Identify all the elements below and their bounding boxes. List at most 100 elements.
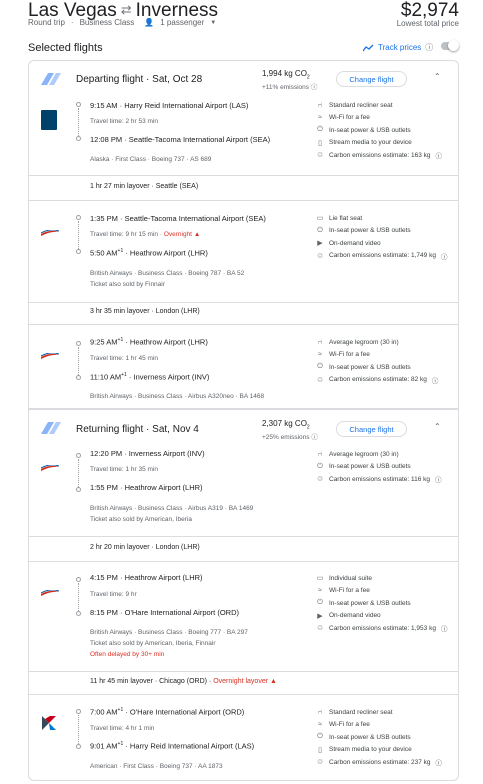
legroom-icon: ⑁ xyxy=(317,450,323,458)
arrival-airport: Inverness Airport (INV) xyxy=(133,372,210,382)
amenity-text: In-seat power & USB outlets xyxy=(329,126,411,134)
timeline-dot xyxy=(76,453,81,458)
travel-time: Travel time: 1 hr 45 min xyxy=(90,355,159,362)
track-prices-toggle[interactable] xyxy=(441,40,459,51)
info-icon[interactable]: ⓘ xyxy=(436,757,443,767)
amenity-text: In-seat power & USB outlets xyxy=(329,363,411,371)
power-icon: ⏻ xyxy=(317,226,323,234)
warning-icon: ▲ xyxy=(270,678,277,685)
amenity-text: In-seat power & USB outlets xyxy=(329,227,411,235)
amenity: ♲ Carbon emissions estimate: 116 kg ⓘ xyxy=(316,473,442,486)
departure-row: 12:20 PM · Inverness Airport (INV) xyxy=(90,449,205,458)
info-icon[interactable]: ⓘ xyxy=(432,375,439,385)
divider xyxy=(28,324,459,325)
co2-icon: ♲ xyxy=(316,376,324,384)
arrival-time: 12:08 PM xyxy=(90,135,123,144)
amenity-text: On-demand video xyxy=(329,239,381,247)
arrival-row: 5:50 AM+1 · Heathrow Airport (LHR) xyxy=(90,248,208,258)
collapse-chevron-icon[interactable]: ⌃ xyxy=(434,422,441,431)
arrival-time: 1:55 PM xyxy=(90,483,118,492)
amenity-text: Stream media to your device xyxy=(329,746,412,754)
travel-time: Travel time: 4 hr 1 min xyxy=(90,725,155,732)
track-prices[interactable]: Track prices ⓘ xyxy=(363,42,433,53)
divider xyxy=(28,671,459,672)
departing-label: Departing flight xyxy=(76,74,144,85)
price-note: Lowest total price xyxy=(396,19,459,28)
timeline-line xyxy=(78,583,79,611)
info-icon[interactable]: ⓘ xyxy=(441,623,448,633)
timeline-dot xyxy=(76,215,81,220)
flight-info: American · First Class · Boeing 737 · AA… xyxy=(90,763,223,770)
british-airways-logo xyxy=(41,590,59,596)
info-icon[interactable]: ⓘ xyxy=(435,474,442,484)
timeline-dot xyxy=(76,487,81,492)
sold-by: Ticket also sold by Finnair xyxy=(90,281,165,288)
power-icon: ⏻ xyxy=(317,599,323,607)
amenity: ⑁ Standard recliner seat xyxy=(316,706,442,719)
co2-icon: ♲ xyxy=(316,759,324,767)
amenity: ⏻ In-seat power & USB outlets xyxy=(316,361,438,374)
wifi-icon: ≈ xyxy=(318,114,322,122)
arrival-row: 12:08 PM · Seattle-Tacoma International … xyxy=(90,135,271,144)
amenities-list: ⑁ Standard recliner seat ≈ Wi-Fi for a fee… xyxy=(316,706,442,769)
next-day-indicator: +1 xyxy=(117,337,124,343)
divider xyxy=(28,175,459,176)
amenity: ▭ Individual suite xyxy=(316,572,447,585)
layover-info: 2 hr 20 min layover · London (LHR) xyxy=(90,544,200,551)
power-icon: ⏻ xyxy=(317,462,323,470)
timeline-line xyxy=(78,221,79,249)
arrival-time: 8:15 PM xyxy=(90,608,118,617)
timeline-line xyxy=(78,108,79,136)
co2-icon: ♲ xyxy=(316,252,324,260)
info-icon[interactable]: ⓘ xyxy=(425,42,433,53)
alaska-airlines-logo xyxy=(41,110,57,130)
info-icon[interactable]: ⓘ xyxy=(441,251,448,261)
travel-time: Travel time: 9 hr 15 min xyxy=(90,231,159,238)
collapse-chevron-icon[interactable]: ⌃ xyxy=(434,72,441,81)
timeline-dot xyxy=(76,102,81,107)
amenity-text: Average legroom (30 in) xyxy=(329,450,399,458)
departure-airport: Inverness Airport (INV) xyxy=(128,449,205,458)
info-icon[interactable]: ⓘ xyxy=(311,84,318,91)
cabin-class[interactable]: Business Class xyxy=(80,18,135,27)
emissions-text: +25% emissions xyxy=(262,434,310,441)
amenity: ⏻ In-seat power & USB outlets xyxy=(316,124,442,137)
departure-time: 9:25 AM xyxy=(90,337,118,347)
change-departing-button[interactable]: Change flight xyxy=(336,71,407,87)
suite-icon: ▭ xyxy=(316,575,324,583)
trip-type[interactable]: Round trip xyxy=(28,18,65,27)
departure-airport: Harry Reid International Airport (LAS) xyxy=(124,101,249,110)
info-icon[interactable]: ⓘ xyxy=(436,150,443,160)
amenity-text: In-seat power & USB outlets xyxy=(329,599,411,607)
seat-icon: ⑁ xyxy=(317,708,323,716)
change-returning-button[interactable]: Change flight xyxy=(336,421,407,437)
departing-co2: 1,994 kg CO2 xyxy=(262,69,310,81)
arrival-airport: Heathrow Airport (LHR) xyxy=(129,248,208,258)
trip-options: Round trip · Business Class 👤 1 passenge… xyxy=(28,18,216,27)
arrival-row: 9:01 AM+1 · Harry Reid International Air… xyxy=(90,741,255,751)
amenities-list: ▭ Individual suite ≈ Wi-Fi for a fee ⏻ In-s… xyxy=(316,572,448,635)
info-icon[interactable]: ⓘ xyxy=(311,434,318,441)
departure-time: 1:35 PM xyxy=(90,214,118,223)
sold-by: Ticket also sold by American, Iberia xyxy=(90,516,192,523)
travel-time: Travel time: 9 hr xyxy=(90,591,137,598)
departure-time: 7:00 AM xyxy=(90,707,118,717)
departure-row: 1:35 PM · Seattle-Tacoma International A… xyxy=(90,214,266,223)
passenger-count[interactable]: 1 passenger xyxy=(160,18,204,27)
departure-row: 9:25 AM+1 · Heathrow Airport (LHR) xyxy=(90,337,208,347)
track-prices-label[interactable]: Track prices xyxy=(378,43,421,52)
legroom-icon: ⑁ xyxy=(317,338,323,346)
amenity-text: In-seat power & USB outlets xyxy=(329,733,411,741)
travel-time-row: Travel time: 9 hr 15 min · Overnight ▲ xyxy=(90,231,201,238)
dropdown-caret-icon[interactable]: ▼ xyxy=(210,20,216,26)
amenity: ≈ Wi-Fi for a fee xyxy=(316,112,442,125)
amenity: ▯ Stream media to your device xyxy=(316,137,442,150)
layover-info: 3 hr 35 min layover · London (LHR) xyxy=(90,308,200,315)
arrival-row: 11:10 AM+1 · Inverness Airport (INV) xyxy=(90,372,210,382)
arrival-airport: Heathrow Airport (LHR) xyxy=(124,483,203,492)
departing-heading: Departing flight · Sat, Oct 28 xyxy=(76,74,203,85)
amenity-text: Wi-Fi for a fee xyxy=(329,587,370,595)
divider xyxy=(28,561,459,562)
separator: · xyxy=(70,18,74,27)
next-day-indicator: +1 xyxy=(121,372,127,378)
